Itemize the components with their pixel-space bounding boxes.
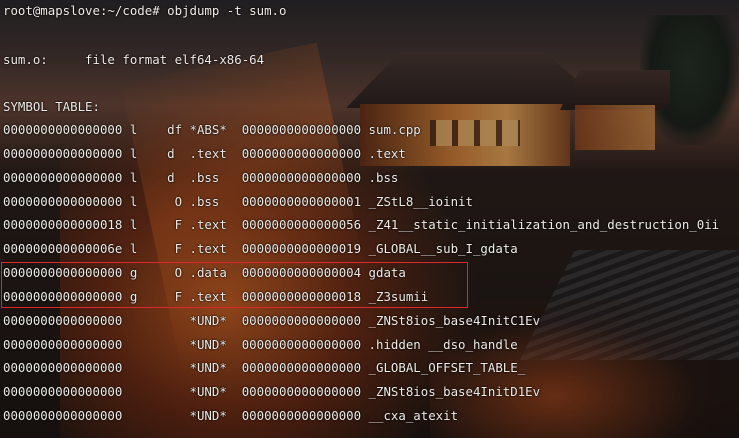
symbol-row: 0000000000000000 *UND* 0000000000000000 … xyxy=(3,408,459,423)
shell-command: objdump -t sum.o xyxy=(167,3,287,18)
file-format-line: sum.o: file format elf64-x86-64 xyxy=(3,52,265,67)
shell-prompt: root@mapslove:~/code# xyxy=(3,3,168,18)
symbol-row: 0000000000000000 l d .text 0000000000000… xyxy=(3,146,406,161)
symbol-row: 0000000000000000 *UND* 0000000000000000 … xyxy=(3,313,541,328)
terminal-window[interactable]: root@mapslove:~/code# objdump -t sum.o s… xyxy=(0,0,739,438)
symbol-row: 0000000000000000 l df *ABS* 000000000000… xyxy=(3,122,421,137)
symbol-row: 000000000000006e l F .text 0000000000000… xyxy=(3,241,518,256)
symbol-row: 0000000000000000 *UND* 0000000000000000 … xyxy=(3,337,518,352)
symbol-row: 0000000000000000 *UND* 0000000000000000 … xyxy=(3,384,541,399)
global-symbols-highlight-box xyxy=(1,262,468,308)
symbol-row: 0000000000000018 l F .text 0000000000000… xyxy=(3,217,720,232)
symbol-row: 0000000000000000 *UND* 0000000000000000 … xyxy=(3,360,526,375)
symbol-row: 0000000000000000 l O .bss 00000000000000… xyxy=(3,194,473,209)
symbol-table-header: SYMBOL TABLE: xyxy=(3,99,100,114)
symbol-row: 0000000000000000 l d .bss 00000000000000… xyxy=(3,170,399,185)
command-line: root@mapslove:~/code# objdump -t sum.o xyxy=(3,3,286,19)
